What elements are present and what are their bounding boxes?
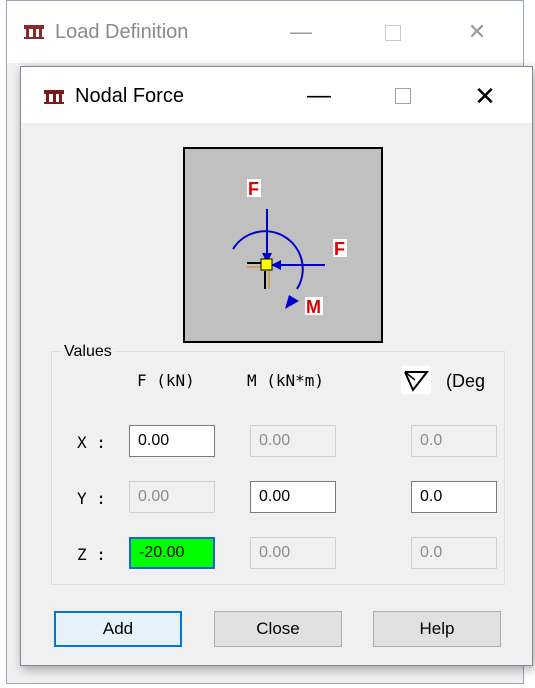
maximize-icon (395, 87, 411, 104)
load-definition-titlebar: Load Definition — ✕ (7, 1, 523, 63)
close-button[interactable]: ✕ (457, 15, 497, 49)
close-dialog-button[interactable]: Close (214, 611, 342, 647)
app-icon (44, 90, 64, 104)
add-button[interactable]: Add (54, 611, 182, 647)
angle-y-field[interactable]: 0.0 (411, 481, 497, 513)
force-diagram-graphic: F F M (232, 179, 347, 317)
node-marker (260, 258, 273, 271)
minimize-icon: — (307, 82, 331, 109)
close-icon: ✕ (467, 19, 487, 44)
dialog-titlebar: Nodal Force — ✕ (21, 67, 532, 123)
moment-z-field: 0.00 (250, 537, 336, 569)
moment-x-field: 0.00 (250, 425, 336, 457)
app-icon (24, 25, 44, 39)
force-label-horizontal: F (334, 239, 345, 259)
force-column-header: F (kN) (137, 371, 195, 390)
maximize-button[interactable] (373, 15, 413, 49)
minimize-button[interactable]: — (297, 79, 341, 113)
row-label-y: Y : (77, 489, 106, 508)
moment-label: M (306, 297, 321, 317)
row-label-x: X : (77, 433, 106, 452)
minimize-button[interactable]: — (281, 15, 321, 49)
nodal-force-dialog: Nodal Force — ✕ F F M Values F (kN) M (k… (20, 66, 533, 666)
force-diagram: F F M (183, 147, 383, 343)
force-label-vertical: F (248, 179, 259, 199)
moment-y-field[interactable]: 0.00 (250, 481, 336, 513)
angle-z-field: 0.0 (411, 537, 497, 569)
moment-column-header: M (kN*m) (247, 371, 325, 390)
force-z-field[interactable]: -20.00 (129, 537, 215, 569)
angle-column-header: (Deg (446, 371, 486, 391)
help-button[interactable]: Help (373, 611, 501, 647)
values-group-label: Values (61, 343, 115, 361)
close-icon: ✕ (474, 81, 496, 111)
minimize-icon: — (290, 19, 312, 44)
row-label-z: Z : (77, 545, 106, 564)
window-title: Load Definition (55, 21, 189, 43)
angle-icon (401, 366, 431, 394)
moment-arrowhead (285, 295, 299, 309)
dialog-title: Nodal Force (75, 85, 184, 107)
force-x-field[interactable]: 0.00 (129, 425, 215, 457)
maximize-button[interactable] (381, 79, 425, 113)
close-button[interactable]: ✕ (463, 79, 507, 113)
force-y-field: 0.00 (129, 481, 215, 513)
maximize-icon (385, 25, 401, 42)
angle-x-field: 0.0 (411, 425, 497, 457)
